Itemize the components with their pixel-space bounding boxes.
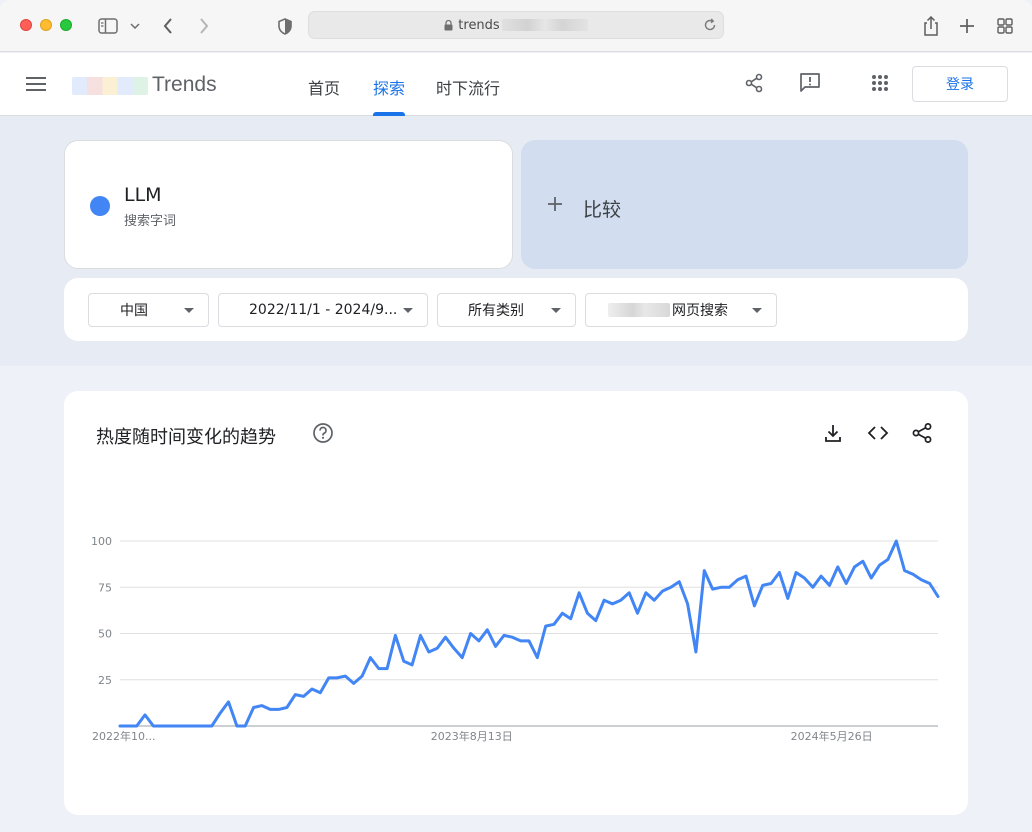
- region-filter-label: 中国: [120, 303, 148, 319]
- url-redacted: [501, 19, 588, 31]
- zoom-window-button[interactable]: [60, 19, 72, 31]
- category-filter[interactable]: 所有类别: [437, 293, 576, 327]
- y-tick-label: 75: [98, 581, 112, 594]
- search-term-card[interactable]: LLM 搜索字词: [64, 140, 513, 269]
- address-bar[interactable]: trends: [308, 11, 724, 39]
- interest-over-time-card: 热度随时间变化的趋势 25 50 75 100 2022年10... 2023年8月13日…: [64, 391, 968, 815]
- menu-icon[interactable]: [26, 77, 46, 93]
- redacted-text: [608, 303, 670, 317]
- tab-home[interactable]: 首页: [308, 75, 340, 99]
- region-filter[interactable]: 中国: [88, 293, 209, 327]
- feedback-icon[interactable]: [798, 71, 822, 95]
- share-icon[interactable]: [920, 14, 942, 38]
- minimize-window-button[interactable]: [40, 19, 52, 31]
- term-type: 搜索字词: [124, 214, 177, 229]
- x-tick-label: 2024年5月26日: [791, 729, 873, 743]
- date-range-filter-label: 2022/11/1 - 2024/9...: [249, 302, 398, 318]
- dropdown-caret-icon: [752, 308, 762, 313]
- y-tick-label: 25: [98, 674, 112, 687]
- sidebar-icon[interactable]: [96, 14, 120, 38]
- x-tick-label: 2023年8月13日: [431, 729, 513, 743]
- close-window-button[interactable]: [20, 19, 32, 31]
- plus-icon: [547, 191, 563, 217]
- browser-window: trends Trends 首页 探索 时下流行 登录 LLM 搜索字词 比较 …: [0, 0, 1032, 832]
- tab-explore[interactable]: 探索: [373, 75, 405, 99]
- search-type-filter[interactable]: 网页搜索: [585, 293, 777, 327]
- trends-header: Trends 首页 探索 时下流行 登录: [0, 53, 1032, 116]
- term-color-dot: [90, 196, 110, 216]
- google-logo: [72, 77, 148, 95]
- trends-logo-text: Trends: [152, 73, 217, 96]
- apps-grid-icon[interactable]: [868, 71, 892, 95]
- url-text: trends: [458, 17, 500, 33]
- dropdown-caret-icon: [551, 308, 561, 313]
- y-tick-label: 50: [98, 628, 112, 641]
- tab-overview-icon[interactable]: [994, 14, 1016, 38]
- dropdown-caret-icon: [184, 308, 194, 313]
- date-range-filter[interactable]: 2022/11/1 - 2024/9...: [218, 293, 428, 327]
- lock-icon: [444, 19, 453, 31]
- reload-icon[interactable]: [703, 18, 717, 32]
- tab-trending-now[interactable]: 时下流行: [436, 75, 500, 99]
- dropdown-caret-icon: [403, 308, 413, 313]
- compare-label: 比较: [583, 199, 622, 221]
- browser-toolbar: trends: [0, 0, 1032, 52]
- back-icon[interactable]: [158, 14, 178, 38]
- login-button[interactable]: 登录: [912, 66, 1008, 102]
- forward-icon[interactable]: [194, 14, 214, 38]
- share-icon[interactable]: [742, 71, 766, 95]
- filter-bar: 中国 2022/11/1 - 2024/9... 所有类别 网页搜索: [64, 278, 968, 341]
- chevron-down-icon[interactable]: [128, 14, 142, 38]
- privacy-shield-icon[interactable]: [275, 14, 295, 38]
- x-tick-label: 2022年10...: [92, 729, 155, 743]
- y-tick-label: 100: [91, 535, 112, 548]
- search-type-filter-label: 网页搜索: [672, 303, 728, 319]
- compare-button[interactable]: 比较: [521, 140, 968, 269]
- category-filter-label: 所有类别: [468, 303, 524, 319]
- new-tab-icon[interactable]: [956, 14, 978, 38]
- trend-line-chart: 25 50 75 100 2022年10... 2023年8月13日 2024年5月26日: [91, 535, 940, 743]
- term-name: LLM: [124, 184, 162, 206]
